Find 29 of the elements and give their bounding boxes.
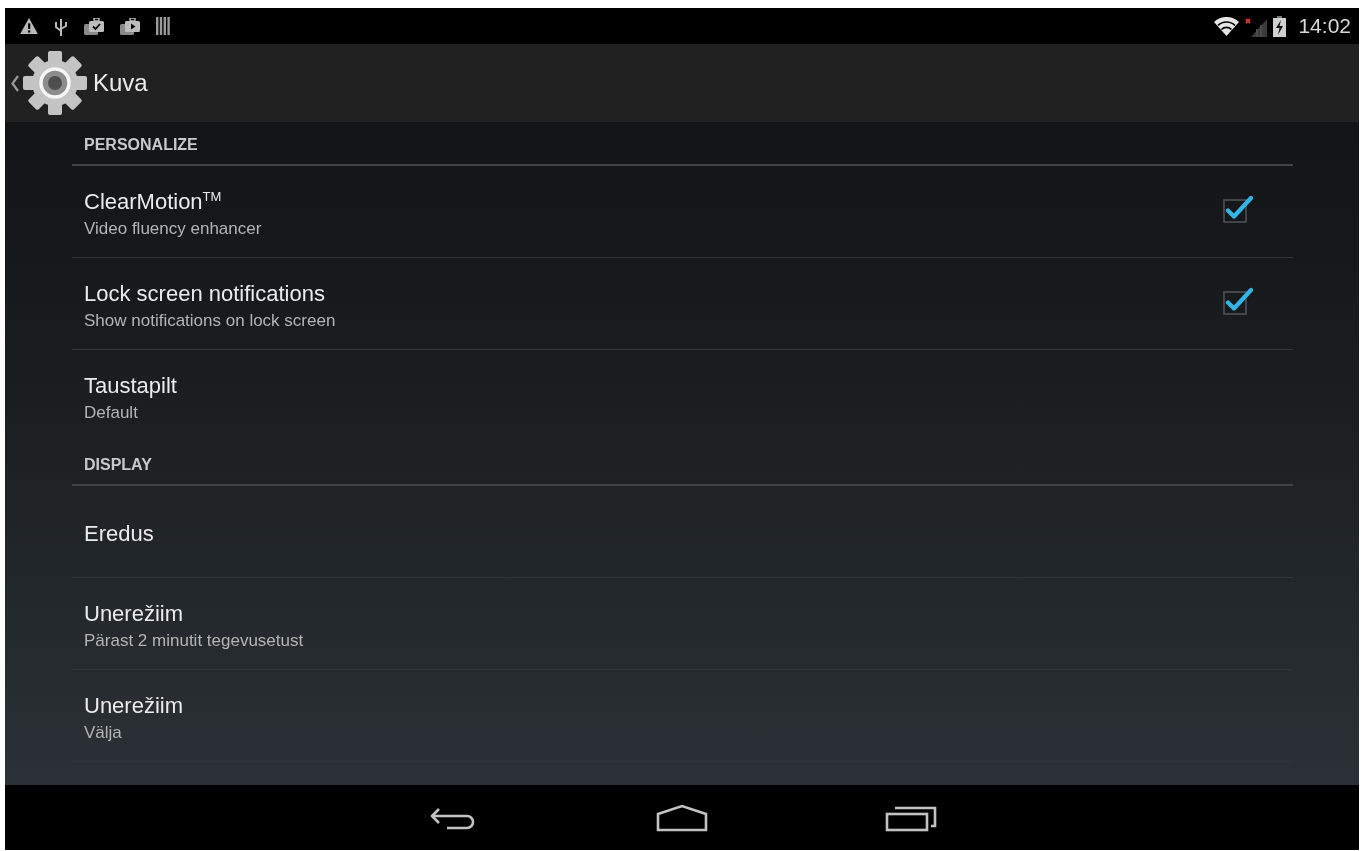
setting-summary: Välja [84, 722, 122, 743]
battery-charging-icon [1273, 15, 1287, 37]
warning-icon [20, 18, 38, 34]
setting-summary: Show notifications on lock screen [84, 310, 336, 331]
signal-icon [1245, 15, 1268, 37]
back-icon[interactable] [429, 805, 477, 830]
checkbox[interactable] [1223, 194, 1253, 223]
section-header: PERSONALIZE [84, 136, 198, 154]
setting-summary: Pärast 2 minutit tegevusetust [84, 630, 304, 651]
wifi-icon [1214, 16, 1240, 36]
stripes-icon [156, 17, 170, 35]
setting-summary: Default [84, 402, 138, 423]
home-icon[interactable] [656, 803, 708, 832]
settings-icon[interactable] [23, 51, 87, 115]
section-header: DISPLAY [84, 456, 152, 474]
status-time: 14:02 [1298, 14, 1351, 38]
setting-title: Unerežiim [84, 692, 184, 719]
setting-title: Eredus [84, 520, 154, 547]
setting-title: Lock screen notifications [84, 280, 325, 307]
usb-icon [54, 16, 68, 36]
caret-icon[interactable] [11, 74, 19, 92]
setting-title: Unerežiim [84, 600, 184, 627]
setting-summary: Video fluency enhancer [84, 218, 262, 239]
checkbox[interactable] [1223, 286, 1253, 315]
screen-title: Kuva [93, 69, 148, 97]
setting-title: Taustapilt [84, 372, 177, 399]
briefcase-check-icon [84, 17, 104, 35]
setting-title: ClearMotion$^{TM}$ [84, 188, 222, 215]
briefcase-play-icon [120, 17, 140, 35]
